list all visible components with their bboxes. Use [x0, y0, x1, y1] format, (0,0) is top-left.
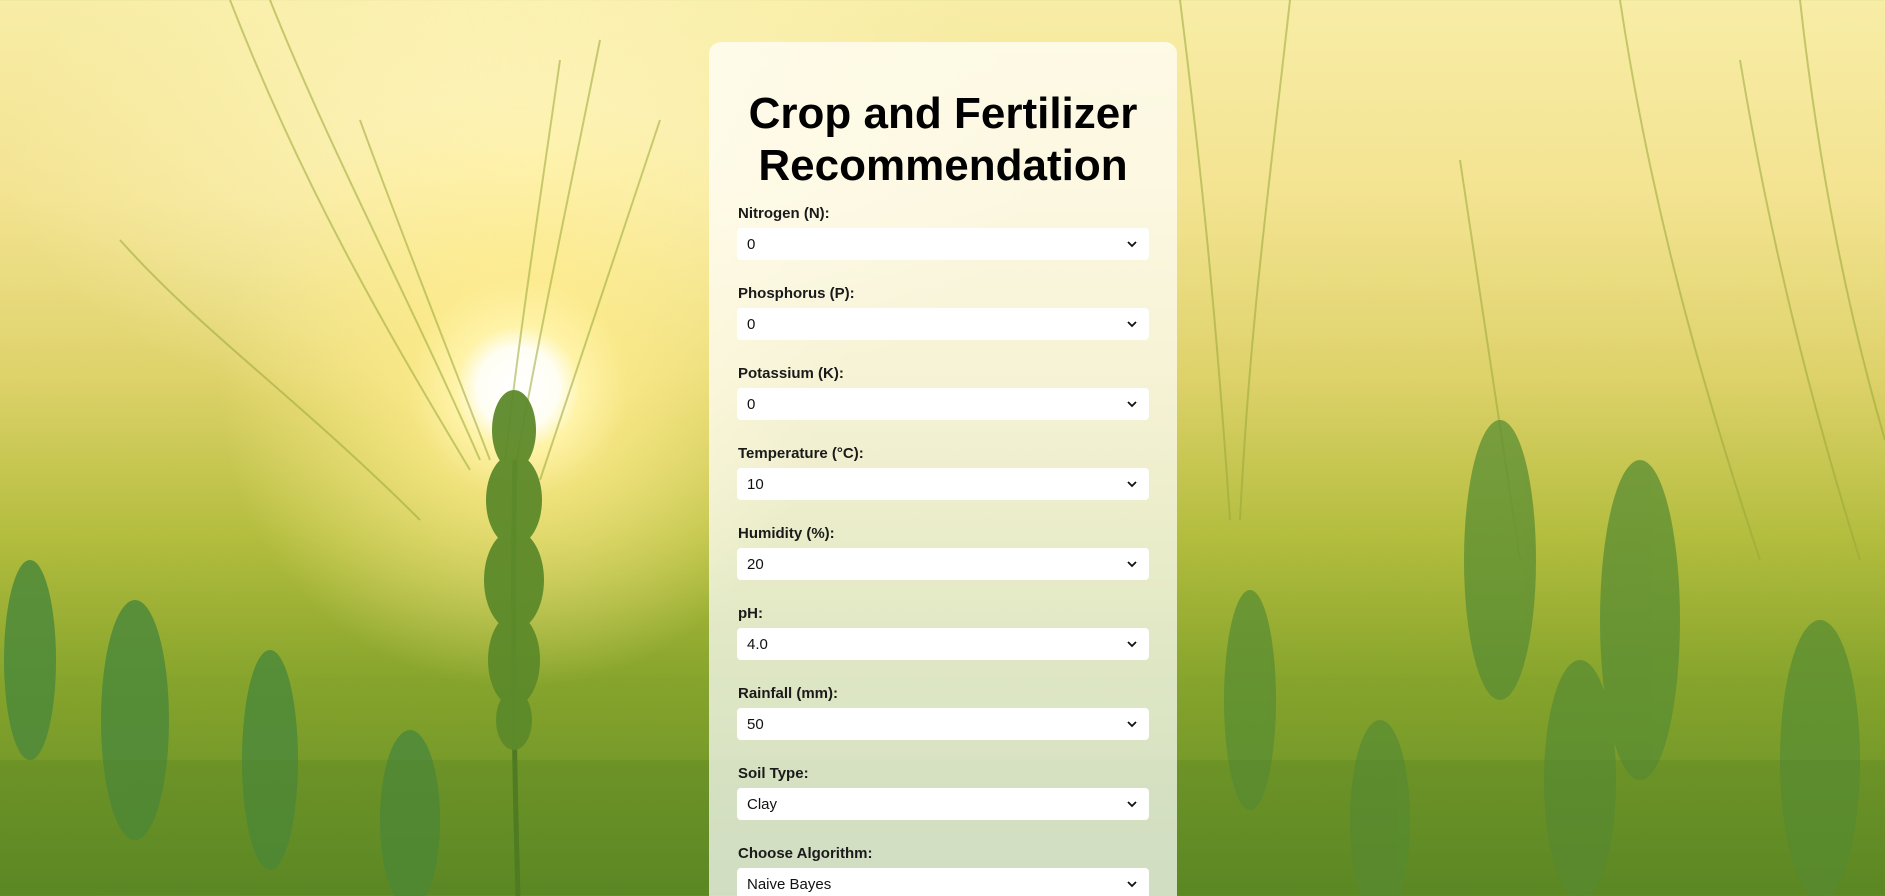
chevron-down-icon	[1125, 637, 1139, 651]
nitrogen-field: Nitrogen (N): 0	[737, 206, 1149, 260]
temperature-field: Temperature (°C): 10	[737, 446, 1149, 500]
rainfall-select[interactable]: 50	[737, 708, 1149, 740]
nitrogen-label: Nitrogen (N):	[738, 205, 830, 222]
algorithm-value: Naive Bayes	[747, 875, 832, 893]
phosphorus-select[interactable]: 0	[737, 308, 1149, 340]
chevron-down-icon	[1125, 317, 1139, 331]
chevron-down-icon	[1125, 877, 1139, 891]
chevron-down-icon	[1125, 397, 1139, 411]
phosphorus-value: 0	[747, 315, 756, 333]
nitrogen-value: 0	[747, 235, 756, 253]
ph-select[interactable]: 4.0	[737, 628, 1149, 660]
phosphorus-label: Phosphorus (P):	[738, 285, 855, 302]
temperature-select[interactable]: 10	[737, 468, 1149, 500]
potassium-select[interactable]: 0	[737, 388, 1149, 420]
page-title: Crop and Fertilizer Recommendation	[748, 89, 1138, 190]
soil-type-field: Soil Type: Clay	[737, 766, 1149, 820]
phosphorus-field: Phosphorus (P): 0	[737, 286, 1149, 340]
chevron-down-icon	[1125, 557, 1139, 571]
soil-type-select[interactable]: Clay	[737, 788, 1149, 820]
ph-field: pH: 4.0	[737, 606, 1149, 660]
temperature-value: 10	[747, 475, 764, 493]
soil-type-value: Clay	[747, 795, 778, 813]
rainfall-value: 50	[747, 715, 764, 733]
chevron-down-icon	[1125, 237, 1139, 251]
potassium-label: Potassium (K):	[738, 365, 844, 382]
temperature-label: Temperature (°C):	[738, 445, 864, 462]
nitrogen-select[interactable]: 0	[737, 228, 1149, 260]
algorithm-field: Choose Algorithm: Naive Bayes	[737, 846, 1149, 896]
recommendation-form-card: Crop and Fertilizer Recommendation Nitro…	[709, 42, 1177, 896]
potassium-field: Potassium (K): 0	[737, 366, 1149, 420]
humidity-field: Humidity (%): 20	[737, 526, 1149, 580]
chevron-down-icon	[1125, 717, 1139, 731]
soil-type-label: Soil Type:	[738, 765, 809, 782]
ph-value: 4.0	[747, 635, 768, 653]
potassium-value: 0	[747, 395, 756, 413]
algorithm-select[interactable]: Naive Bayes	[737, 868, 1149, 896]
ph-label: pH:	[738, 605, 763, 622]
rainfall-field: Rainfall (mm): 50	[737, 686, 1149, 740]
humidity-value: 20	[747, 555, 764, 573]
chevron-down-icon	[1125, 797, 1139, 811]
humidity-select[interactable]: 20	[737, 548, 1149, 580]
chevron-down-icon	[1125, 477, 1139, 491]
rainfall-label: Rainfall (mm):	[738, 685, 839, 702]
algorithm-label: Choose Algorithm:	[738, 845, 873, 862]
humidity-label: Humidity (%):	[738, 525, 835, 542]
